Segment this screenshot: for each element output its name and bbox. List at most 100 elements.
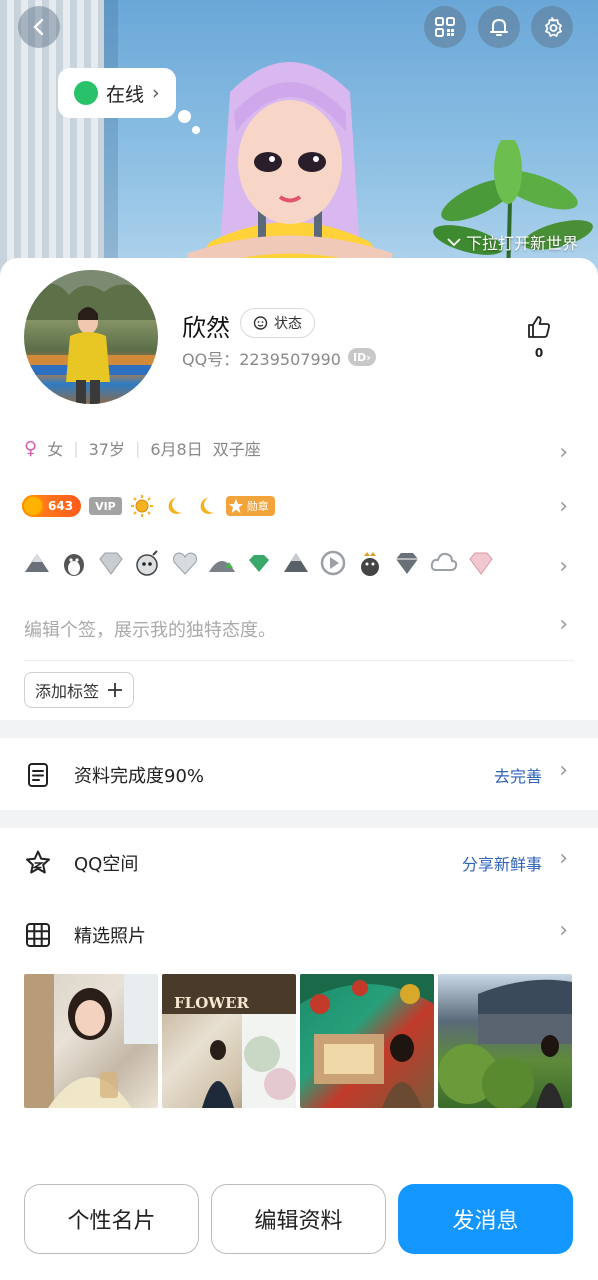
document-icon (28, 763, 48, 787)
photo-image (24, 974, 158, 1108)
settings-button[interactable] (531, 6, 573, 48)
share-news-link[interactable]: 分享新鲜事 (462, 851, 542, 875)
qr-code-button[interactable] (424, 6, 466, 48)
avatar[interactable] (24, 270, 158, 404)
diamond-icon (99, 552, 123, 575)
chevron-right-icon[interactable]: › (559, 440, 568, 465)
id-badge-label: ID (353, 350, 367, 364)
id-badge[interactable]: ID › (348, 348, 376, 366)
chevron-left-icon (33, 18, 44, 36)
profile-completion-label: 资料完成度90% (74, 766, 205, 787)
bell-icon (490, 19, 508, 36)
chevron-right-icon: › (559, 758, 568, 783)
vip-badge: VIP (89, 497, 122, 515)
photo-image (300, 974, 434, 1108)
add-tag-button[interactable]: 添加标签 (24, 672, 135, 708)
add-status-icon (253, 316, 268, 330)
profile-banner: 在线 › 下拉打开新世界 (0, 0, 598, 300)
penguin-icon (64, 554, 84, 576)
chevron-right-icon: › (559, 918, 568, 943)
photo-thumbnail[interactable] (300, 974, 434, 1108)
play-icon (320, 550, 346, 576)
complete-profile-link[interactable]: 去完善 (494, 763, 542, 787)
photo-strip: FLOWER (24, 974, 572, 1108)
pink-diamond-icon (469, 552, 493, 575)
mountain-icon (25, 554, 49, 572)
divider: | (73, 438, 79, 458)
featured-photos-label: 精选照片 (74, 926, 146, 947)
medal-label: 勋章 (246, 500, 269, 513)
online-status-bubble[interactable]: 在线 › (58, 68, 176, 118)
bubble-tail-dot (178, 110, 191, 123)
chevron-down-icon (447, 238, 461, 247)
photo-thumbnail[interactable] (438, 974, 572, 1108)
profile-name: 欣然 (182, 314, 230, 342)
badges-row[interactable]: 643 VIP 勋章 (22, 494, 275, 518)
hill-icon (209, 561, 235, 572)
crown-penguin-icon (361, 552, 379, 576)
medal-badge: 勋章 (225, 496, 275, 516)
pull-down-hint: 下拉打开新世界 (446, 230, 578, 254)
achievement-icons-row[interactable] (22, 548, 496, 578)
back-button[interactable] (18, 6, 60, 48)
chevron-right-icon: › (366, 350, 371, 364)
chevron-right-icon: › (559, 846, 568, 871)
photo-thumbnail[interactable]: FLOWER (162, 974, 296, 1108)
qq-number: QQ号：2239507990 (182, 350, 341, 369)
add-tag-label: 添加标签 (35, 682, 100, 701)
banner-wall-shadow (104, 0, 118, 300)
profile-card: 欣然 状态 QQ号：2239507990 ID › 0 ♀ 女 | 37岁 | … (0, 258, 598, 1280)
coin-icon (22, 495, 44, 517)
status-button[interactable]: 状态 (240, 308, 315, 338)
female-icon: ♀ (24, 437, 38, 459)
photo-thumbnail[interactable] (24, 974, 158, 1108)
qzone-row[interactable]: QQ空间 分享新鲜事 › (0, 828, 598, 898)
bomb-icon (136, 550, 158, 576)
basic-info-row[interactable]: ♀ 女 | 37岁 | 6月8日 双子座 (24, 436, 261, 460)
chevron-right-icon[interactable]: › (559, 494, 568, 519)
star-outline-icon (26, 850, 50, 874)
send-message-button[interactable]: 发消息 (398, 1184, 573, 1254)
divider (24, 660, 574, 661)
green-diamond-icon (249, 555, 269, 572)
status-label: 状态 (274, 316, 302, 332)
gear-icon (545, 17, 562, 37)
age: 37岁 (88, 440, 125, 459)
edit-profile-button[interactable]: 编辑资料 (211, 1184, 386, 1254)
chevron-right-icon: › (152, 82, 160, 104)
online-dot-icon (74, 81, 98, 105)
chevron-right-icon[interactable]: › (559, 612, 568, 637)
plus-icon (108, 683, 123, 697)
photo-image: FLOWER (162, 974, 296, 1108)
moon-icon (200, 497, 214, 514)
personal-card-button[interactable]: 个性名片 (24, 1184, 199, 1254)
signature-input[interactable]: 编辑个签，展示我的独特态度。 (24, 616, 276, 642)
avatar-photo (24, 270, 158, 404)
profile-completion-row[interactable]: 资料完成度90% 去完善 › (0, 740, 598, 810)
featured-photos-row[interactable]: 精选照片 › (0, 900, 598, 970)
zodiac: 双子座 (212, 440, 261, 459)
cloud-icon (430, 552, 458, 571)
pull-down-hint-text: 下拉打开新世界 (465, 234, 578, 253)
like-button[interactable]: 0 (522, 314, 556, 360)
section-gap (0, 810, 598, 828)
mountain-dark-icon (284, 553, 308, 572)
moon-icon (168, 497, 182, 514)
section-gap (0, 720, 598, 738)
shop-sign-text: FLOWER (174, 994, 250, 1012)
bubble-tail-dot-small (192, 126, 200, 134)
sun-icon (130, 495, 153, 517)
qzone-label: QQ空间 (74, 854, 139, 875)
gender: 女 (47, 440, 64, 459)
thumbs-up-icon (528, 316, 550, 338)
notification-button[interactable] (478, 6, 520, 48)
online-status-label: 在线 (106, 83, 145, 106)
banner-curtain (0, 0, 104, 300)
star-icon (228, 499, 243, 513)
level-badge: 643 (22, 495, 82, 517)
avatar-character-illustration (187, 62, 393, 272)
bottom-action-bar: 个性名片 编辑资料 发消息 (24, 1184, 573, 1254)
heart-icon (173, 552, 197, 575)
chevron-right-icon[interactable]: › (559, 554, 568, 579)
dark-diamond-icon (396, 553, 418, 574)
